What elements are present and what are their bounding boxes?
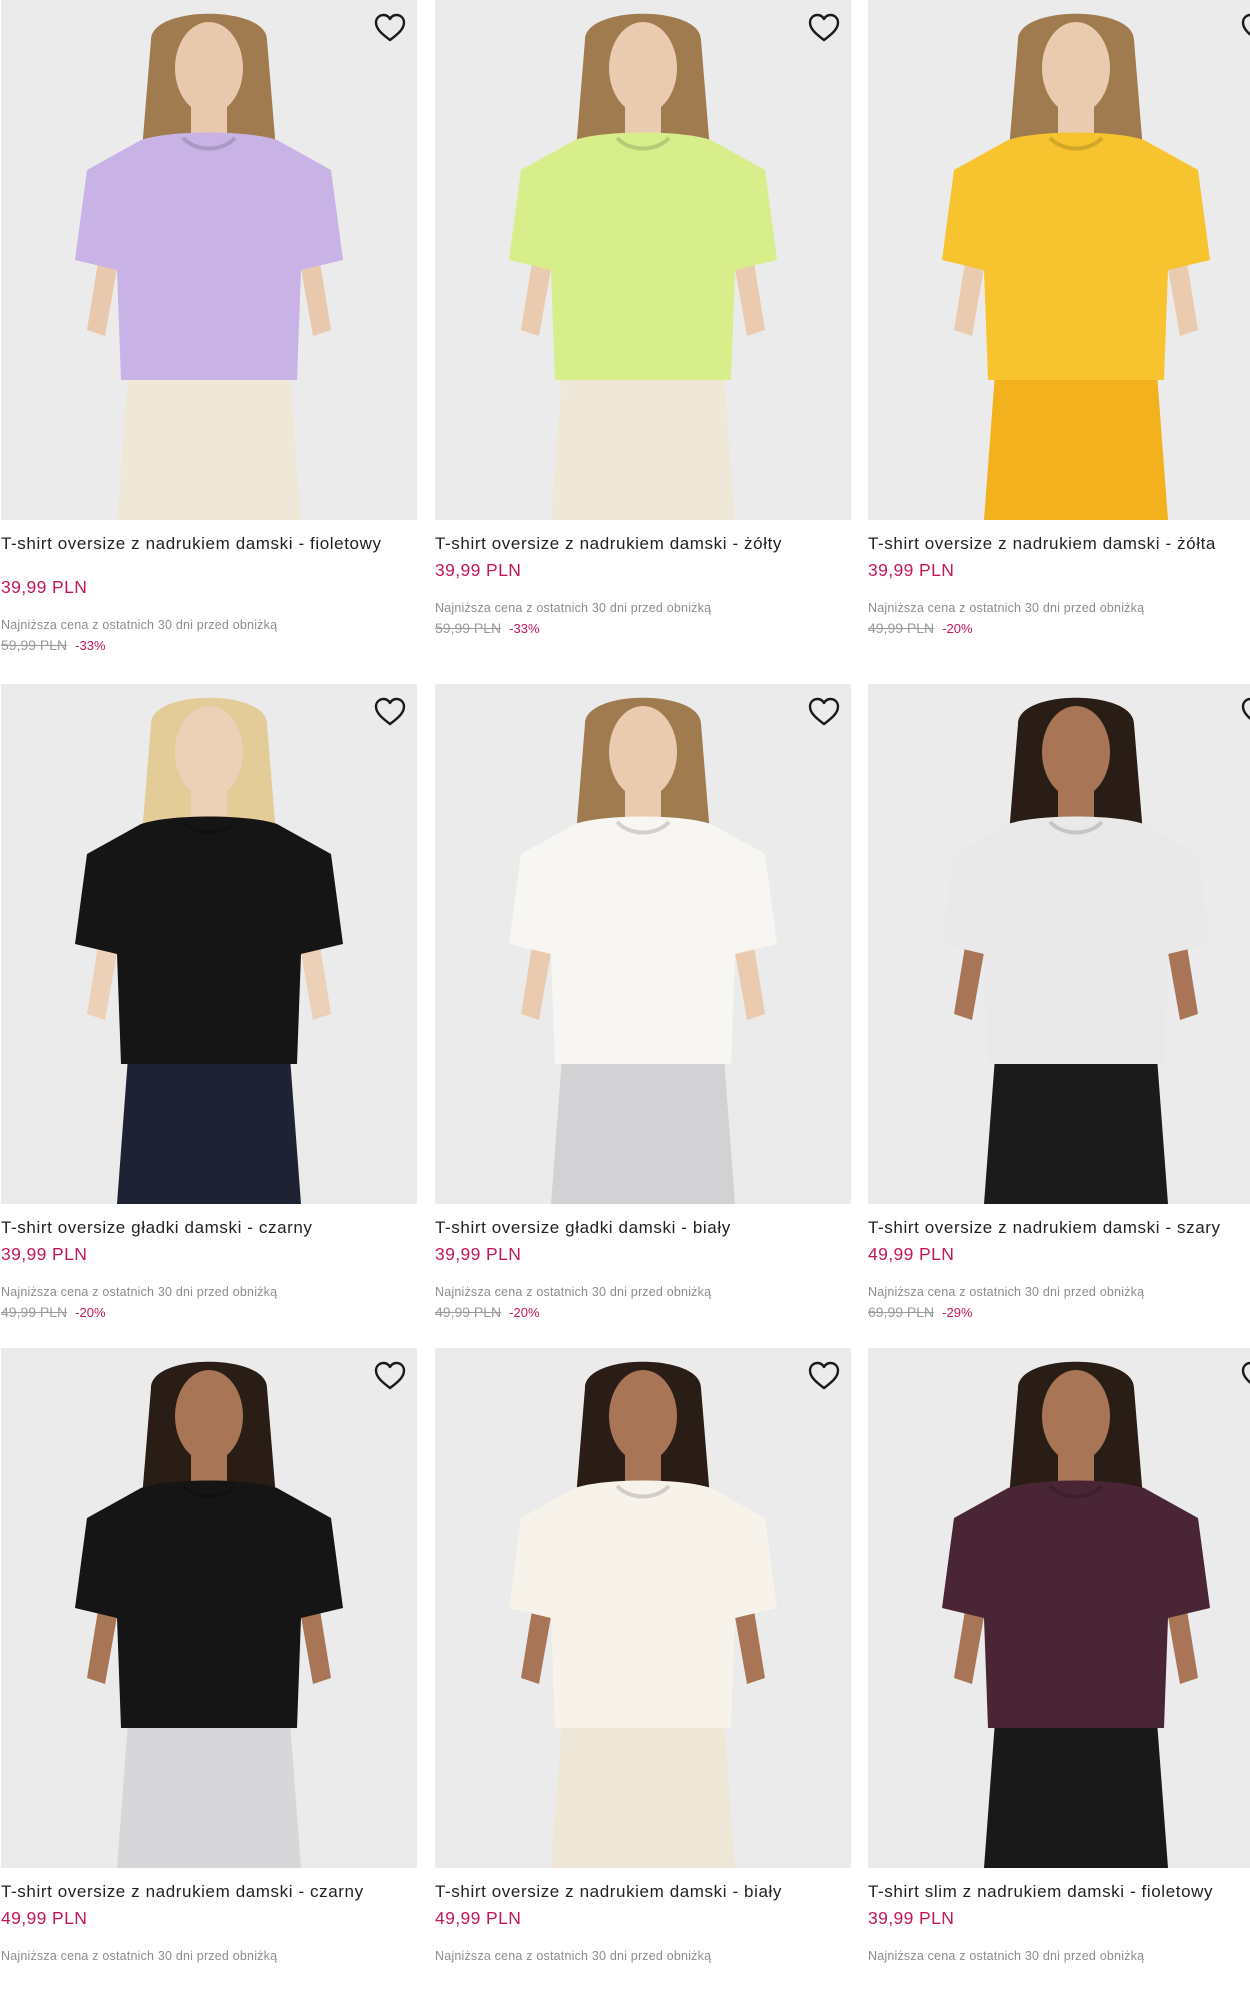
model-photo xyxy=(942,13,1210,520)
product-price: 39,99 PLN xyxy=(435,560,522,580)
product-image[interactable] xyxy=(1,684,417,1204)
product-name[interactable]: T-shirt oversize z nadrukiem damski - bi… xyxy=(435,1881,845,1902)
model-photo xyxy=(75,13,343,520)
product-name[interactable]: T-shirt oversize z nadrukiem damski - cz… xyxy=(1,1881,411,1902)
old-price: 59,99 PLN xyxy=(1,637,68,653)
product-name[interactable]: T-shirt oversize z nadrukiem damski - żó… xyxy=(868,533,1250,554)
product-image[interactable] xyxy=(435,1348,851,1868)
wishlist-heart-icon[interactable] xyxy=(806,10,842,46)
product-price: 39,99 PLN xyxy=(868,560,955,580)
lowest-price-label: Najniższa cena z ostatnich 30 dni przed … xyxy=(435,601,712,615)
lowest-price-label: Najniższa cena z ostatnich 30 dni przed … xyxy=(1,1949,278,1963)
product-image[interactable] xyxy=(435,0,851,520)
lowest-price-label: Najniższa cena z ostatnich 30 dni przed … xyxy=(1,1285,278,1299)
product-card-8[interactable]: T-shirt oversize z nadrukiem damski - bi… xyxy=(435,1348,851,1998)
product-price: 39,99 PLN xyxy=(1,1244,88,1264)
wishlist-heart-icon[interactable] xyxy=(1239,694,1250,730)
discount-badge: -33% xyxy=(509,621,540,636)
model-photo xyxy=(942,697,1210,1204)
model-photo xyxy=(75,697,343,1204)
discount-badge: -29% xyxy=(942,1305,973,1320)
product-name[interactable]: T-shirt oversize z nadrukiem damski - sz… xyxy=(868,1217,1250,1238)
product-image[interactable] xyxy=(1,0,417,520)
discount-badge: -20% xyxy=(942,621,973,636)
model-photo xyxy=(509,1361,777,1868)
product-price: 39,99 PLN xyxy=(435,1244,522,1264)
product-card-7[interactable]: T-shirt oversize z nadrukiem damski - cz… xyxy=(1,1348,417,1998)
lowest-price-label: Najniższa cena z ostatnich 30 dni przed … xyxy=(1,618,278,632)
old-price: 69,99 PLN xyxy=(868,1304,935,1320)
lowest-price-label: Najniższa cena z ostatnich 30 dni przed … xyxy=(435,1285,712,1299)
product-card-3[interactable]: T-shirt oversize z nadrukiem damski - żó… xyxy=(868,0,1250,650)
product-name[interactable]: T-shirt oversize z nadrukiem damski - fi… xyxy=(1,533,411,554)
old-price: 59,99 PLN xyxy=(435,620,502,636)
wishlist-heart-icon[interactable] xyxy=(372,10,408,46)
lowest-price-label: Najniższa cena z ostatnich 30 dni przed … xyxy=(868,601,1145,615)
product-name[interactable]: T-shirt slim z nadrukiem damski - fiolet… xyxy=(868,1881,1250,1902)
product-price: 39,99 PLN xyxy=(868,1908,955,1928)
lowest-price-label: Najniższa cena z ostatnich 30 dni przed … xyxy=(435,1949,712,1963)
product-image[interactable] xyxy=(868,0,1250,520)
wishlist-heart-icon[interactable] xyxy=(1239,1358,1250,1394)
product-image[interactable] xyxy=(1,1348,417,1868)
wishlist-heart-icon[interactable] xyxy=(1239,10,1250,46)
old-price-row: 49,99 PLN -20% xyxy=(1,1304,106,1320)
product-price: 49,99 PLN xyxy=(868,1244,955,1264)
product-image[interactable] xyxy=(868,1348,1250,1868)
old-price-row: 49,99 PLN -20% xyxy=(868,620,973,636)
product-image[interactable] xyxy=(435,684,851,1204)
product-grid: T-shirt oversize z nadrukiem damski - fi… xyxy=(0,0,1250,1971)
model-photo xyxy=(942,1361,1210,1868)
product-card-1[interactable]: T-shirt oversize z nadrukiem damski - fi… xyxy=(1,0,417,653)
old-price-row: 59,99 PLN -33% xyxy=(435,620,540,636)
old-price: 49,99 PLN xyxy=(868,620,935,636)
old-price-row: 49,99 PLN -20% xyxy=(435,1304,540,1320)
model-photo xyxy=(509,13,777,520)
discount-badge: -20% xyxy=(75,1305,106,1320)
product-card-9[interactable]: T-shirt slim z nadrukiem damski - fiolet… xyxy=(868,1348,1250,1998)
wishlist-heart-icon[interactable] xyxy=(806,694,842,730)
old-price: 49,99 PLN xyxy=(435,1304,502,1320)
product-card-5[interactable]: T-shirt oversize gładki damski - biały 3… xyxy=(435,684,851,1334)
wishlist-heart-icon[interactable] xyxy=(372,1358,408,1394)
old-price-row: 59,99 PLN -33% xyxy=(1,637,106,653)
product-name[interactable]: T-shirt oversize z nadrukiem damski - żó… xyxy=(435,533,845,554)
product-image[interactable] xyxy=(868,684,1250,1204)
model-photo xyxy=(509,697,777,1204)
product-price: 39,99 PLN xyxy=(1,577,88,597)
old-price-row xyxy=(1,1968,9,1984)
product-name[interactable]: T-shirt oversize gładki damski - biały xyxy=(435,1217,845,1238)
product-card-6[interactable]: T-shirt oversize z nadrukiem damski - sz… xyxy=(868,684,1250,1334)
wishlist-heart-icon[interactable] xyxy=(372,694,408,730)
old-price-row xyxy=(868,1968,876,1984)
product-price: 49,99 PLN xyxy=(1,1908,88,1928)
lowest-price-label: Najniższa cena z ostatnich 30 dni przed … xyxy=(868,1285,1145,1299)
lowest-price-label: Najniższa cena z ostatnich 30 dni przed … xyxy=(868,1949,1145,1963)
old-price-row xyxy=(435,1968,443,1984)
product-name[interactable]: T-shirt oversize gładki damski - czarny xyxy=(1,1217,411,1238)
old-price: 49,99 PLN xyxy=(1,1304,68,1320)
product-card-4[interactable]: T-shirt oversize gładki damski - czarny … xyxy=(1,684,417,1334)
product-price: 49,99 PLN xyxy=(435,1908,522,1928)
discount-badge: -20% xyxy=(509,1305,540,1320)
wishlist-heart-icon[interactable] xyxy=(806,1358,842,1394)
discount-badge: -33% xyxy=(75,638,106,653)
product-card-2[interactable]: T-shirt oversize z nadrukiem damski - żó… xyxy=(435,0,851,650)
old-price-row: 69,99 PLN -29% xyxy=(868,1304,973,1320)
model-photo xyxy=(75,1361,343,1868)
